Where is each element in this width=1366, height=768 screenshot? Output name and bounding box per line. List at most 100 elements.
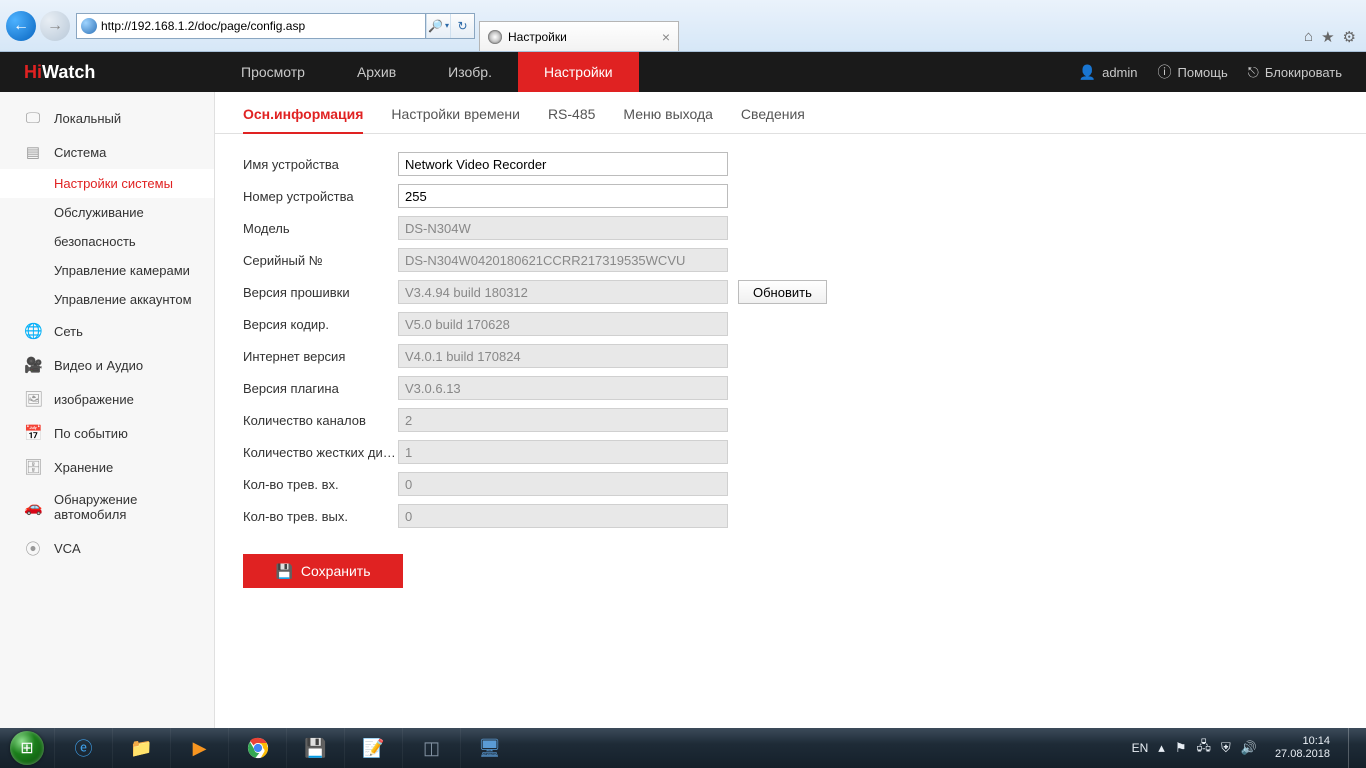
sidebar-item[interactable]: 🗄Хранение <box>0 450 214 484</box>
field-input-channels <box>398 408 728 432</box>
task-vbox[interactable]: ◫ <box>402 728 460 768</box>
browser-back-button[interactable]: ← <box>6 11 36 41</box>
taskbar: ⓔ 📁 ▶ 💾 📝 ◫ 🖥 EN ▴ ⚑ 🖧 ⛨ 🔊 10:14 27.08.2… <box>0 728 1366 768</box>
home-icon[interactable]: ⌂ <box>1304 28 1313 46</box>
tab-close-button[interactable]: × <box>662 29 670 45</box>
sidebar-item-label: Обнаружение автомобиля <box>54 492 202 522</box>
sidebar-item[interactable]: 🚗 Обнаружение автомобиля <box>0 484 214 530</box>
field-input-encoding <box>398 312 728 336</box>
top-nav-item[interactable]: Архив <box>331 52 422 92</box>
refresh-button[interactable]: ↻ <box>450 14 474 38</box>
subtab[interactable]: Настройки времени <box>391 106 520 133</box>
sidebar-icon: 🌐 <box>24 322 42 340</box>
tray-language[interactable]: EN <box>1132 741 1149 755</box>
sidebar-item[interactable]: 🖵Локальный <box>0 102 214 135</box>
sidebar-subitem[interactable]: Обслуживание <box>0 198 214 227</box>
subtab[interactable]: Сведения <box>741 106 805 133</box>
tray-flag-icon[interactable]: ⚑ <box>1175 740 1187 756</box>
tray-action-icon[interactable]: ⛨ <box>1221 740 1231 756</box>
task-settings[interactable]: 🖥 <box>460 728 518 768</box>
field-input-plugin <box>398 376 728 400</box>
sidebar-subitem[interactable]: Управление аккаунтом <box>0 285 214 314</box>
logout-icon: ⎋ <box>1248 64 1259 81</box>
help-icon: ⓘ <box>1158 62 1172 82</box>
sidebar-item[interactable]: 📅По событию <box>0 416 214 450</box>
search-dropdown[interactable]: 🔎▾ <box>426 14 450 38</box>
tray-chevron-icon[interactable]: ▴ <box>1158 740 1165 756</box>
form-row: Интернет версия <box>243 344 1338 368</box>
tray-volume-icon[interactable]: 🔊 <box>1241 740 1257 756</box>
task-save[interactable]: 💾 <box>286 728 344 768</box>
help-button[interactable]: ⓘ Помощь <box>1158 62 1228 82</box>
subtab[interactable]: Меню выхода <box>623 106 713 133</box>
tray-clock[interactable]: 10:14 27.08.2018 <box>1267 735 1338 761</box>
task-ie[interactable]: ⓔ <box>54 728 112 768</box>
app-top-nav: HiWatch ПросмотрАрхивИзобр.Настройки 👤 a… <box>0 52 1366 92</box>
field-label: Версия плагина <box>243 381 398 396</box>
top-nav-item[interactable]: Настройки <box>518 52 639 92</box>
tray-time: 10:14 <box>1275 735 1330 748</box>
address-bar-tools: 🔎▾ ↻ <box>426 13 475 39</box>
user-menu[interactable]: 👤 admin <box>1079 64 1138 81</box>
top-nav-item[interactable]: Просмотр <box>215 52 331 92</box>
sidebar-item-label: Сеть <box>54 324 83 339</box>
task-explorer[interactable]: 📁 <box>112 728 170 768</box>
username-label: admin <box>1102 65 1137 80</box>
form-row: Кол-во трев. вх. <box>243 472 1338 496</box>
field-label: Серийный № <box>243 253 398 268</box>
user-icon: 👤 <box>1079 64 1096 81</box>
field-input-hdds <box>398 440 728 464</box>
field-input-alarm_in <box>398 472 728 496</box>
field-label: Номер устройства <box>243 189 398 204</box>
lock-button[interactable]: ⎋ Блокировать <box>1248 64 1342 81</box>
form-row: Имя устройства <box>243 152 1338 176</box>
sidebar-icon: 🎥 <box>24 356 42 374</box>
sidebar-item[interactable]: ⦿VCA <box>0 530 214 567</box>
sidebar-icon: 🗄 <box>24 458 42 476</box>
globe-icon <box>81 18 97 34</box>
sidebar-item-label: VCA <box>54 541 81 556</box>
field-input-device_no[interactable] <box>398 184 728 208</box>
field-input-device_name[interactable] <box>398 152 728 176</box>
subtab[interactable]: RS-485 <box>548 106 595 133</box>
content-area: Осн.информация Настройки времени RS-485 Мен… <box>215 92 1366 728</box>
update-button[interactable]: Обновить <box>738 280 827 304</box>
save-label: Сохранить <box>301 563 371 579</box>
form-row: Модель <box>243 216 1338 240</box>
subtab[interactable]: Осн.информация <box>243 106 363 134</box>
field-label: Версия прошивки <box>243 285 398 300</box>
form-row: Количество каналов <box>243 408 1338 432</box>
sidebar-subitem[interactable]: безопасность <box>0 227 214 256</box>
save-button[interactable]: 💾Сохранить <box>243 554 403 588</box>
system-tray: EN ▴ ⚑ 🖧 ⛨ 🔊 10:14 27.08.2018 <box>1132 728 1366 768</box>
task-notepad[interactable]: 📝 <box>344 728 402 768</box>
lock-label: Блокировать <box>1265 65 1342 80</box>
task-chrome[interactable] <box>228 728 286 768</box>
address-bar[interactable] <box>76 13 426 39</box>
help-label: Помощь <box>1178 65 1228 80</box>
field-label: Количество жестких дис... <box>243 445 398 460</box>
sidebar: 🖵Локальный▤СистемаНастройки системыОбслу… <box>0 92 215 728</box>
favorites-icon[interactable]: ★ <box>1321 28 1334 46</box>
field-input-alarm_out <box>398 504 728 528</box>
task-media[interactable]: ▶ <box>170 728 228 768</box>
sidebar-item[interactable]: ▤Система <box>0 135 214 169</box>
sidebar-item[interactable]: 🌐 Сеть <box>0 314 214 348</box>
tray-network-icon[interactable]: 🖧 <box>1196 737 1211 759</box>
tools-icon[interactable]: ⚙ <box>1343 28 1356 46</box>
url-input[interactable] <box>101 19 421 33</box>
sidebar-subitem[interactable]: Управление камерами <box>0 256 214 285</box>
form-row: Кол-во трев. вых. <box>243 504 1338 528</box>
sidebar-subitem[interactable]: Настройки системы <box>0 169 214 198</box>
start-button[interactable] <box>0 728 54 768</box>
field-label: Версия кодир. <box>243 317 398 332</box>
browser-tab[interactable]: Настройки × <box>479 21 679 51</box>
top-nav-item[interactable]: Изобр. <box>422 52 518 92</box>
sidebar-item-label: По событию <box>54 426 128 441</box>
sidebar-item[interactable]: 🖼изображение <box>0 382 214 416</box>
subtabs: Осн.информация Настройки времени RS-485 Мен… <box>215 92 1366 134</box>
sidebar-item[interactable]: 🎥Видео и Аудио <box>0 348 214 382</box>
show-desktop-button[interactable] <box>1348 728 1360 768</box>
sidebar-icon: 🚗 <box>24 498 42 516</box>
browser-forward-button[interactable]: → <box>40 11 70 41</box>
